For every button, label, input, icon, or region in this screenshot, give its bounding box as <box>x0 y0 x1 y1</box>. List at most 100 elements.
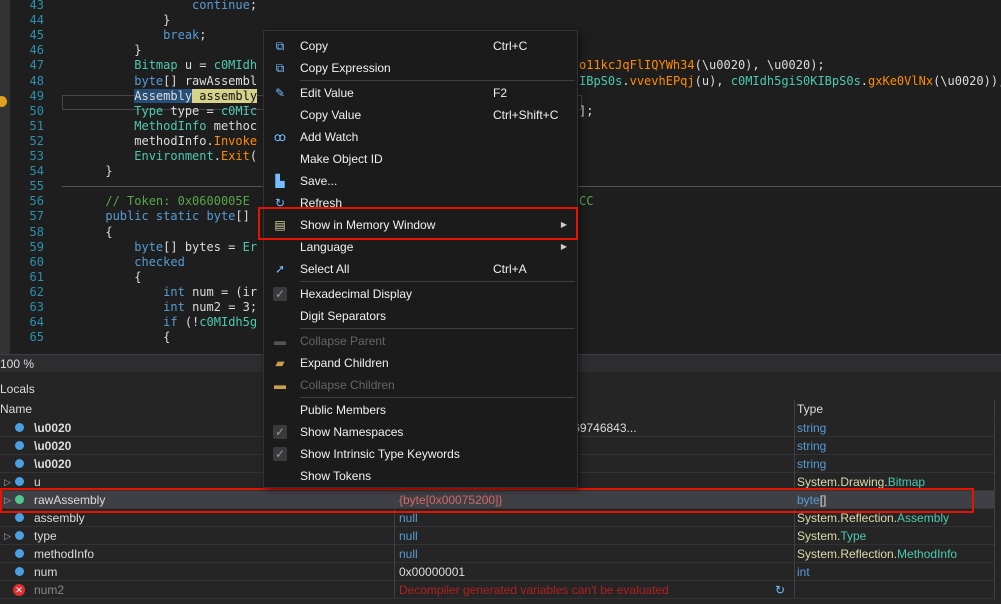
menu-item-copy[interactable]: ⧉ Copy Ctrl+C <box>264 35 577 57</box>
code-text: Type type = c0MIc <box>62 104 257 119</box>
highlight-box-rawassembly <box>0 488 974 513</box>
line-number: 61 <box>29 269 44 284</box>
line-number: 47 <box>29 58 44 73</box>
menu-item-label: Show Tokens <box>300 469 372 483</box>
code-token: gxKe0VlNx <box>868 73 934 88</box>
locals-row[interactable]: ✕ num2 Decompiler generated variables can'… <box>0 581 995 599</box>
code-token: u = <box>177 58 214 73</box>
menu-item-digit-separators[interactable]: Digit Separators <box>264 305 577 327</box>
code-token: c0MIc <box>220 103 258 118</box>
menu-item-label: Make Object ID <box>300 152 383 166</box>
type-cell: string <box>795 455 995 473</box>
line-number: 45 <box>29 28 44 43</box>
column-header-type[interactable]: Type <box>795 400 995 418</box>
code-text: methodInfo.Invoke <box>62 134 257 149</box>
line-number: 59 <box>29 239 44 254</box>
menu-item-label: Add Watch <box>300 130 359 144</box>
menu-item-collapse-children[interactable]: ▬ Collapse Children <box>264 374 577 396</box>
variable-name: methodInfo <box>34 547 95 561</box>
code-token: (\u0020), \u0020); <box>694 58 825 73</box>
code-token: { <box>62 269 142 284</box>
error-icon: ✕ <box>13 584 25 596</box>
menu-item-collapse-parent[interactable]: ▬ Collapse Parent <box>264 330 577 352</box>
field-icon <box>15 441 24 450</box>
code-text: byte[] rawAssembl <box>62 74 257 89</box>
zoom-level-dropdown[interactable]: 100 % <box>0 357 34 371</box>
code-token: // Token: 0x0600005E <box>105 194 250 209</box>
menu-item-label: Copy <box>300 39 329 53</box>
variable-name: \u0020 <box>34 439 72 453</box>
code-text: { <box>62 330 170 345</box>
menu-item-expand-children[interactable]: ▰ Expand Children <box>264 352 577 374</box>
menu-item-show-intrinsic-type-keywords[interactable]: ✓ Show Intrinsic Type Keywords <box>264 443 577 465</box>
menu-item-edit-value[interactable]: ✎ Edit Value F2 <box>264 82 577 104</box>
name-cell: methodInfo <box>0 545 395 563</box>
field-icon <box>15 459 24 468</box>
menu-item-make-object-id[interactable]: Make Object ID <box>264 148 577 170</box>
code-text-tail: IBpS0s.vvevhEPqj(u), c0MIdh5giS0KIBpS0s.… <box>579 74 1001 89</box>
line-number: 55 <box>29 179 44 194</box>
menu-item-select-all[interactable]: ➚ Select All Ctrl+A <box>264 258 577 280</box>
menu-item-public-members[interactable]: Public Members <box>264 399 577 421</box>
type-token: Type <box>840 529 867 543</box>
menu-item-show-namespaces[interactable]: ✓ Show Namespaces <box>264 421 577 443</box>
folder-icon: ▬ <box>274 378 286 392</box>
code-token: [] <box>235 209 250 224</box>
name-cell: ▷ type <box>0 527 395 545</box>
field-icon <box>15 567 24 576</box>
code-token: methodInfo. <box>62 133 214 148</box>
line-number: 62 <box>29 284 44 299</box>
code-token: Environment <box>134 149 214 163</box>
field-icon <box>15 531 24 540</box>
collapse-parent-icon: ▬ <box>274 334 286 348</box>
line-number: 63 <box>29 300 44 314</box>
code-token: checked <box>134 254 185 269</box>
locals-row[interactable]: methodInfo null System.Reflection.MethodIn… <box>0 545 995 563</box>
code-token: if <box>163 315 178 330</box>
indicator-margin[interactable] <box>0 0 10 354</box>
menu-item-add-watch[interactable]: ꝏ Add Watch <box>264 126 577 148</box>
menu-item-save[interactable]: ▙ Save... <box>264 170 577 192</box>
expand-arrow-icon[interactable]: ▷ <box>4 527 11 545</box>
line-number: 56 <box>29 194 44 209</box>
type-cell: string <box>795 419 995 437</box>
locals-row[interactable]: num 0x00000001 int <box>0 563 995 581</box>
pencil-icon: ✎ <box>274 86 286 100</box>
code-token: methoc <box>206 118 258 133</box>
locals-row[interactable]: ▷ type null System.Type <box>0 527 995 545</box>
value-cell[interactable]: null <box>395 545 795 563</box>
menu-item-hexadecimal-display[interactable]: ✓ Hexadecimal Display <box>264 283 577 305</box>
menu-separator <box>300 281 575 282</box>
menu-item-copy-value[interactable]: Copy Value Ctrl+Shift+C <box>264 104 577 126</box>
code-token: ]; <box>579 103 594 118</box>
code-token: ; <box>199 28 207 43</box>
field-icon <box>15 513 24 522</box>
type-cell: System.Type <box>795 527 995 545</box>
code-token: Invoke <box>213 133 258 148</box>
value-cell[interactable]: null <box>395 527 795 545</box>
code-token: Bitmap <box>134 58 178 73</box>
menu-item-label: Copy Value <box>300 108 362 122</box>
menu-item-label: Expand Children <box>300 356 389 370</box>
code-text: byte[] bytes = Er <box>62 240 257 255</box>
code-text: if (!c0MIdh5g <box>62 315 257 330</box>
check-icon: ✓ <box>273 447 287 461</box>
line-number: 54 <box>29 164 44 179</box>
code-text-tail: o11kcJqFlIQYWh34(\u0020), \u0020); <box>579 58 825 73</box>
type-cell: string <box>795 437 995 455</box>
code-token: . <box>622 73 630 88</box>
refresh-icon[interactable]: ↻ <box>775 581 785 599</box>
value-cell[interactable]: Decompiler generated variables can't be … <box>395 581 795 599</box>
code-token: int <box>163 300 185 314</box>
line-number: 53 <box>29 149 44 163</box>
value-cell[interactable]: 0x00000001 <box>395 563 795 581</box>
line-number: 44 <box>29 13 44 28</box>
menu-item-show-tokens[interactable]: Show Tokens <box>264 465 577 487</box>
type-token: System. <box>797 529 841 543</box>
code-token: int <box>163 284 185 299</box>
menu-item-copy-expression[interactable]: ⧉ Copy Expression <box>264 57 577 79</box>
